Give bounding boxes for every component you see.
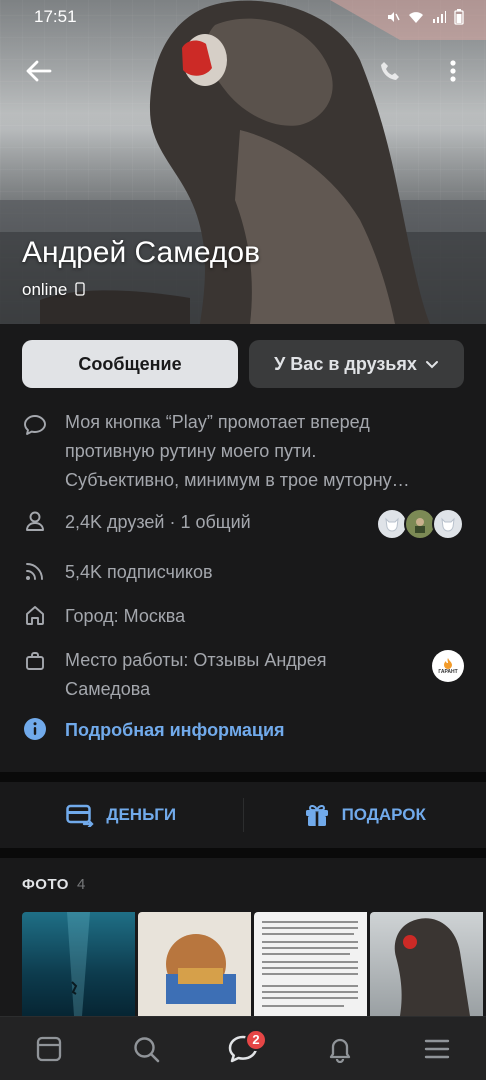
photo-thumbnail[interactable] (22, 912, 135, 1016)
details-link-row[interactable]: Подробная информация (0, 716, 486, 748)
online-status: online (22, 280, 85, 300)
work-line-1: Место работы: Отзывы Андрея (65, 650, 327, 670)
online-status-text: online (22, 280, 68, 299)
rss-icon (22, 558, 48, 584)
photos-header[interactable]: ФОТО 4 (22, 876, 86, 893)
city-text: Город: Москва (65, 606, 186, 626)
photo-thumbnail[interactable] (254, 912, 367, 1016)
tab-news[interactable] (25, 1025, 73, 1073)
followers-row[interactable]: 5,4K подписчиков (0, 558, 486, 590)
gift-icon (305, 804, 328, 826)
wifi-icon (409, 11, 423, 23)
workplace-logo-text: ГАРАНТ (438, 669, 458, 675)
mutual-friends-avatars[interactable] (376, 508, 464, 540)
back-button[interactable] (16, 49, 60, 93)
hooded-figure-photo-image (394, 918, 470, 1016)
chevron-down-icon (425, 360, 438, 368)
photos-title: ФОТО (22, 876, 69, 893)
home-icon (22, 602, 48, 628)
newsfeed-icon (36, 1036, 61, 1061)
money-label: ДЕНЬГИ (106, 805, 177, 824)
city-row: Город: Москва (0, 602, 486, 634)
coconut-photo-image (166, 934, 236, 1004)
messages-badge: 2 (244, 1028, 267, 1051)
work-line-2: Самедова (65, 679, 151, 699)
photos-strip (22, 912, 486, 1016)
section-divider (0, 848, 486, 858)
work-text: Место работы: Отзывы Андрея Самедова (65, 646, 327, 704)
money-button[interactable]: ДЕНЬГИ (0, 803, 243, 827)
gift-label: ПОДАРОК (341, 805, 426, 824)
friends-row[interactable]: 2,4K друзей · 1 общий (0, 508, 486, 540)
status-icons (386, 9, 464, 25)
profile-info: Моя кнопка “Play” промотает вперед проти… (0, 408, 486, 748)
mute-icon (388, 12, 400, 22)
friends-status-label: У Вас в друзьях (274, 353, 417, 374)
work-row[interactable]: Место работы: Отзывы Андрея Самедова ГАР… (0, 646, 486, 704)
friends-count: 2,4K друзей · 1 общий (65, 512, 251, 532)
tab-messages[interactable]: 2 (219, 1025, 267, 1073)
avatar (432, 508, 464, 540)
tab-notifications[interactable] (316, 1025, 364, 1073)
workplace-logo[interactable]: ГАРАНТ (432, 650, 464, 682)
gift-button[interactable]: ПОДАРОК (244, 802, 486, 828)
call-button[interactable] (368, 49, 412, 93)
user-icon (22, 508, 48, 534)
photos-count: 4 (76, 876, 86, 893)
section-divider (0, 772, 486, 782)
about-line-2: противную рутину моего пути. (65, 441, 317, 461)
battery-icon (454, 9, 464, 25)
status-bar: 17:51 (0, 0, 486, 34)
tab-search[interactable] (122, 1025, 170, 1073)
bottom-navigation: 2 (0, 1016, 486, 1080)
text-page-photo-image (262, 921, 358, 1007)
profile-cover: 17:51 Андрей Самедов online (0, 0, 486, 324)
money-transfer-icon (66, 804, 94, 827)
cover-illustration (0, 0, 486, 324)
status-time: 17:51 (34, 7, 77, 26)
underwater-photo-image (67, 912, 90, 1016)
more-vertical-icon (450, 60, 456, 82)
photo-thumbnail[interactable] (138, 912, 251, 1016)
mobile-device-icon (75, 282, 85, 296)
money-gift-bar: ДЕНЬГИ ПОДАРОК (0, 782, 486, 848)
arrow-left-icon (26, 60, 52, 82)
info-icon (22, 716, 48, 742)
speech-bubble-icon (22, 412, 48, 438)
bell-icon (330, 1038, 351, 1063)
fire-logo-icon (444, 658, 452, 669)
details-link[interactable]: Подробная информация (65, 716, 285, 745)
about-text: Моя кнопка “Play” промотает вперед проти… (65, 408, 464, 495)
profile-name: Андрей Самедов (22, 236, 261, 269)
dog-placeholder-icon (385, 517, 399, 532)
followers-count: 5,4K подписчиков (65, 562, 213, 582)
search-icon (134, 1036, 160, 1062)
more-options-button[interactable] (431, 49, 475, 93)
message-button[interactable]: Сообщение (22, 340, 238, 388)
photo-thumbnail[interactable] (370, 912, 483, 1016)
hamburger-menu-icon (425, 1039, 450, 1058)
dog-placeholder-icon (441, 517, 455, 532)
about-row[interactable]: Моя кнопка “Play” промотает вперед проти… (0, 408, 486, 496)
phone-icon (381, 62, 399, 80)
about-line-3: Субъективно, минимум в трое муторну… (65, 470, 410, 490)
briefcase-icon (22, 648, 48, 674)
user-photo-icon (415, 518, 425, 533)
friends-status-button[interactable]: У Вас в друзьях (249, 340, 464, 388)
signal-icon (433, 10, 446, 23)
profile-actions: Сообщение У Вас в друзьях (22, 340, 464, 388)
about-line-1: Моя кнопка “Play” промотает вперед (65, 412, 370, 432)
tab-menu[interactable] (413, 1025, 461, 1073)
